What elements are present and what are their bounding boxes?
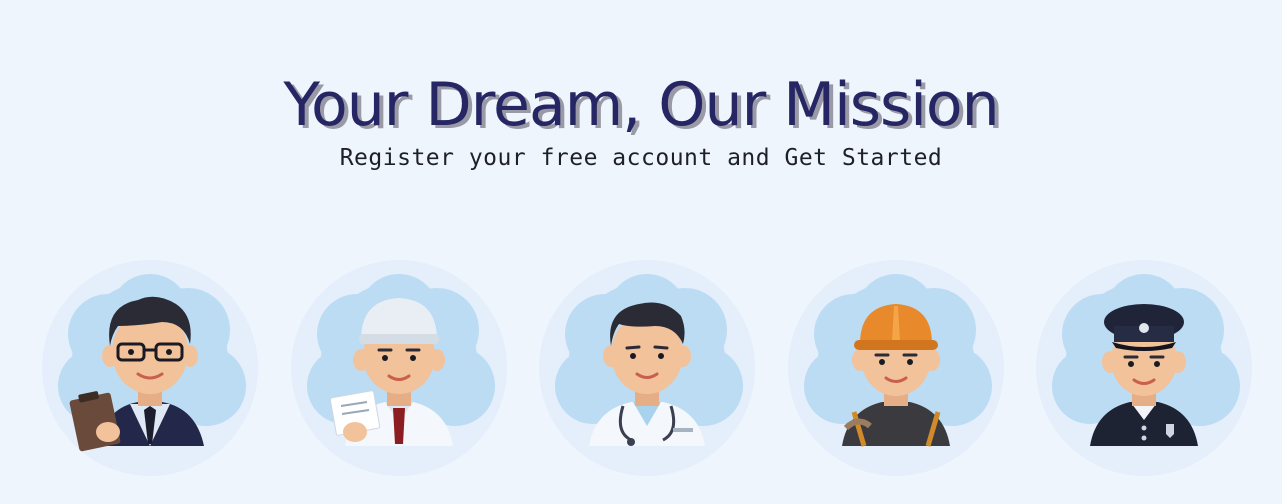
hero-section: Your Dream, Our Mission Register your fr… bbox=[0, 0, 1282, 504]
page-subtitle: Register your free account and Get Start… bbox=[339, 145, 943, 171]
construction-worker-avatar bbox=[784, 256, 1008, 476]
doctor-icon bbox=[539, 260, 755, 476]
scientist-avatar bbox=[287, 256, 511, 476]
businessman-icon bbox=[42, 260, 258, 476]
scientist-icon bbox=[291, 260, 507, 476]
businessman-avatar bbox=[38, 256, 262, 476]
page-title: Your Dream, Our Mission bbox=[283, 70, 999, 140]
police-officer-icon bbox=[1036, 260, 1252, 476]
construction-worker-icon bbox=[788, 260, 1004, 476]
police-officer-avatar bbox=[1032, 256, 1256, 476]
doctor-avatar bbox=[535, 256, 759, 476]
